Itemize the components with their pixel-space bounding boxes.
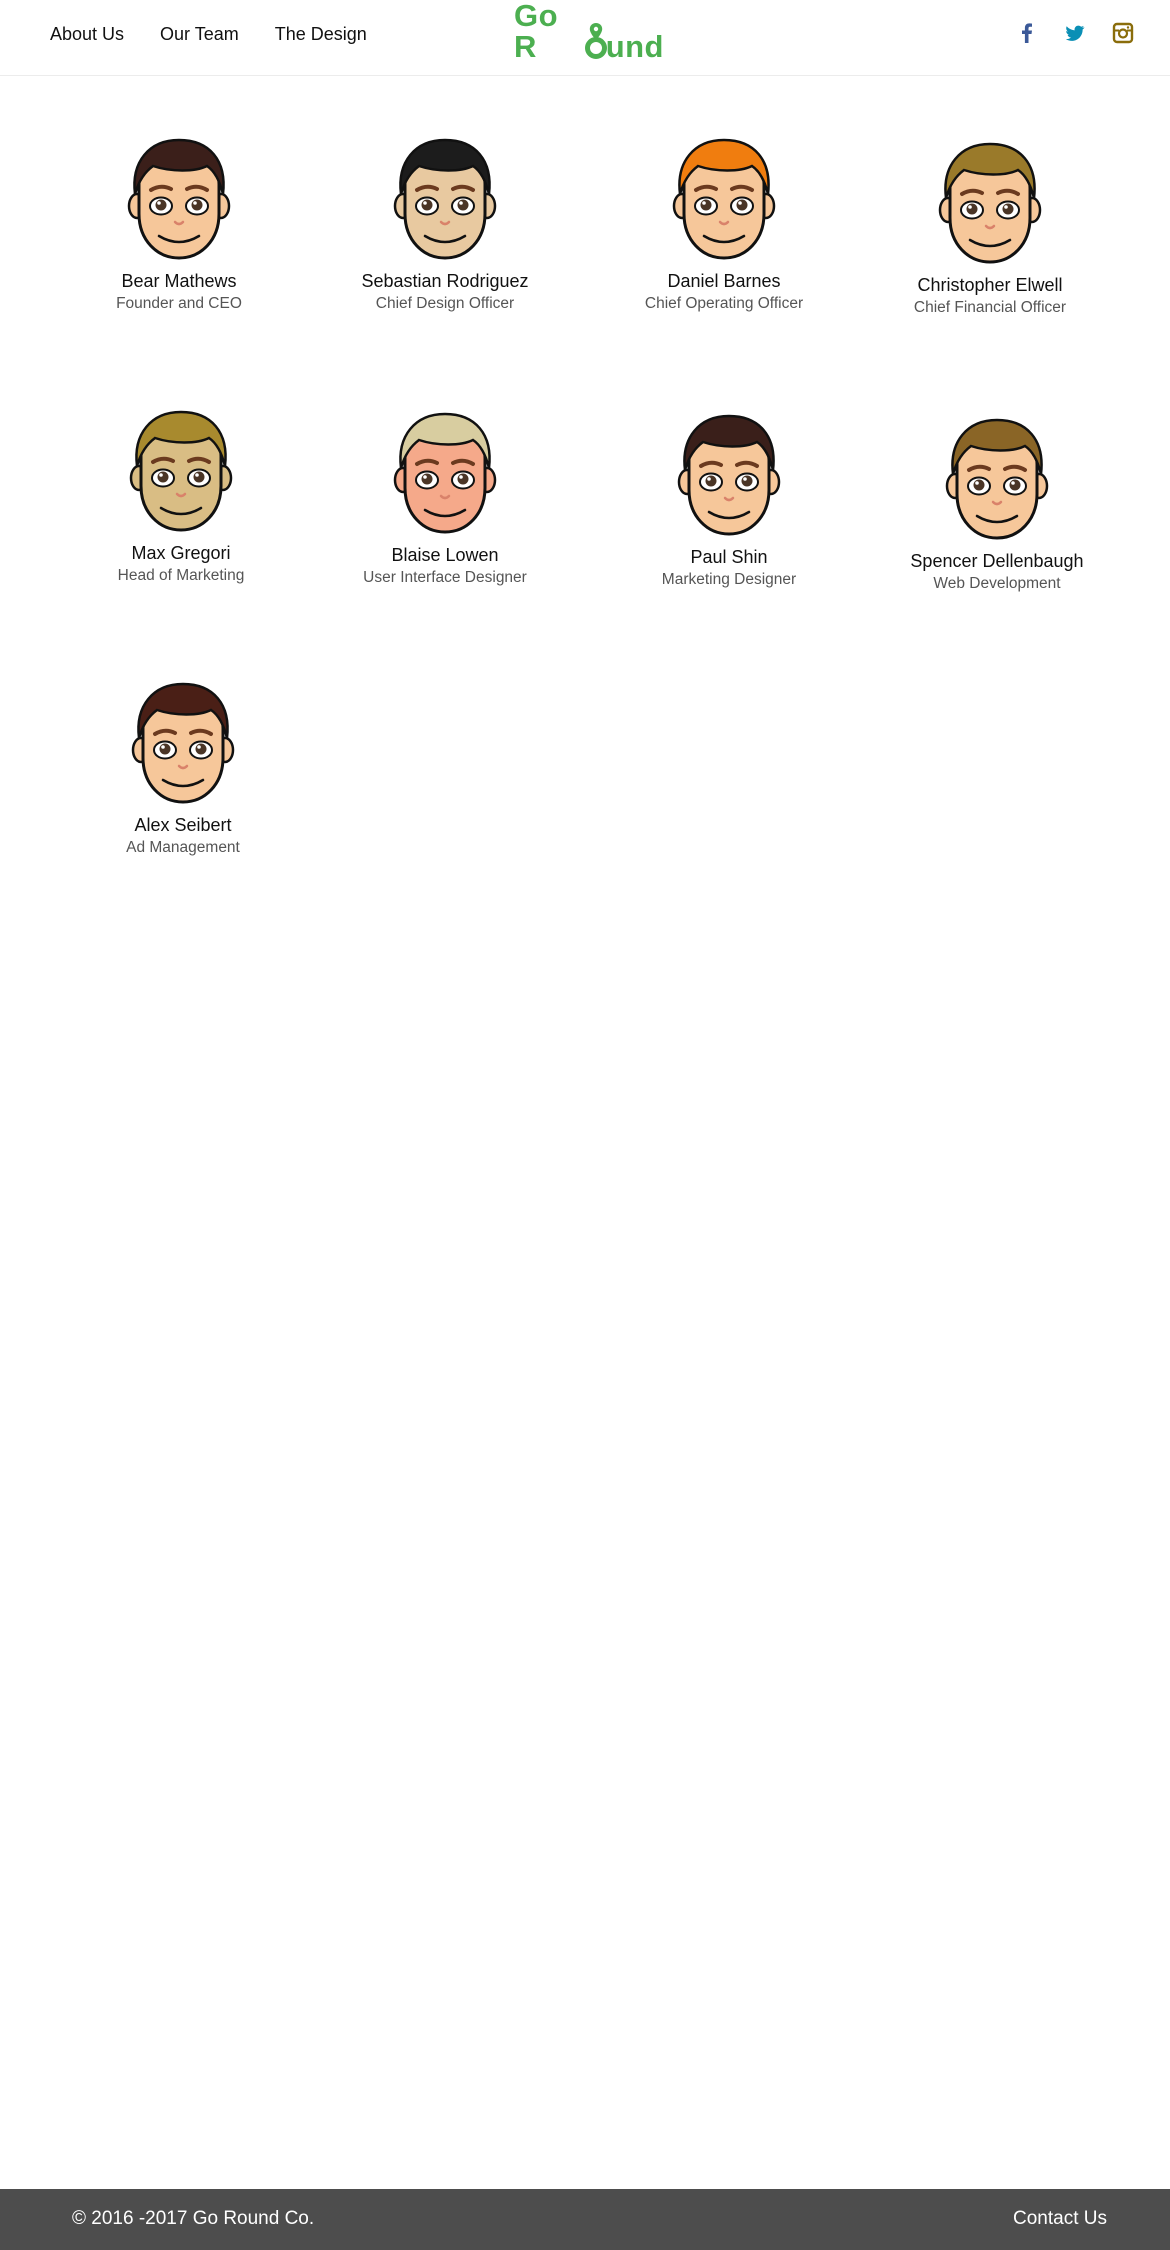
logo-text-end: und [605,29,664,64]
member-role: Chief Design Officer [375,294,515,312]
avatar [609,408,849,540]
member-name: Daniel Barnes [667,271,781,291]
twitter-icon[interactable] [1064,22,1086,44]
instagram-icon[interactable] [1112,22,1134,44]
member-name: Max Gregori [131,543,231,563]
site-footer: © 2016 -2017 Go Round Co. Contact Us [0,2189,1170,2250]
team-member: Daniel Barnes Chief Operating Officer [604,132,844,312]
site-header: About Us Our Team The Design Go R und [0,0,1170,76]
member-role: Founder and CEO [116,294,242,312]
copyright-text: © 2016 -2017 Go Round Co. [72,2208,315,2229]
nav-about-us[interactable]: About Us [50,24,124,45]
member-name: Bear Mathews [121,271,237,291]
main-nav: About Us Our Team The Design [50,24,367,45]
social-links [1016,22,1134,44]
avatar [877,412,1117,544]
facebook-icon[interactable] [1016,22,1038,44]
nav-our-team[interactable]: Our Team [160,24,239,45]
member-role: User Interface Designer [363,568,527,586]
member-name: Alex Seibert [134,815,232,835]
avatar [604,132,844,264]
team-member: Blaise Lowen User Interface Designer [325,406,565,586]
member-name: Spencer Dellenbaugh [910,551,1084,571]
map-pin-icon [584,23,607,59]
logo-text-start: Go R [514,0,559,64]
avatar [325,406,565,538]
team-member: Bear Mathews Founder and CEO [59,132,299,312]
member-name: Blaise Lowen [391,545,499,565]
member-name: Paul Shin [690,547,768,567]
contact-us-link[interactable]: Contact Us [1013,2208,1107,2230]
team-member: Alex Seibert Ad Management [63,676,303,856]
go-round-logo[interactable]: Go R und [514,0,664,64]
nav-the-design[interactable]: The Design [275,24,367,45]
member-name: Christopher Elwell [917,275,1063,295]
member-name: Sebastian Rodriguez [361,271,529,291]
avatar [870,136,1110,268]
avatar [325,132,565,264]
team-member: Christopher Elwell Chief Financial Offic… [870,136,1110,316]
avatar [61,404,301,536]
team-member: Max Gregori Head of Marketing [61,404,301,584]
member-role: Marketing Designer [661,570,797,588]
member-role: Chief Operating Officer [644,294,804,312]
team-member: Paul Shin Marketing Designer [609,408,849,588]
team-member: Sebastian Rodriguez Chief Design Officer [325,132,565,312]
team-member: Spencer Dellenbaugh Web Development [877,412,1117,592]
member-role: Head of Marketing [117,566,245,584]
avatar [63,676,303,808]
member-role: Ad Management [126,838,240,856]
member-role: Web Development [933,574,1061,592]
avatar [59,132,299,264]
member-role: Chief Financial Officer [913,298,1067,316]
